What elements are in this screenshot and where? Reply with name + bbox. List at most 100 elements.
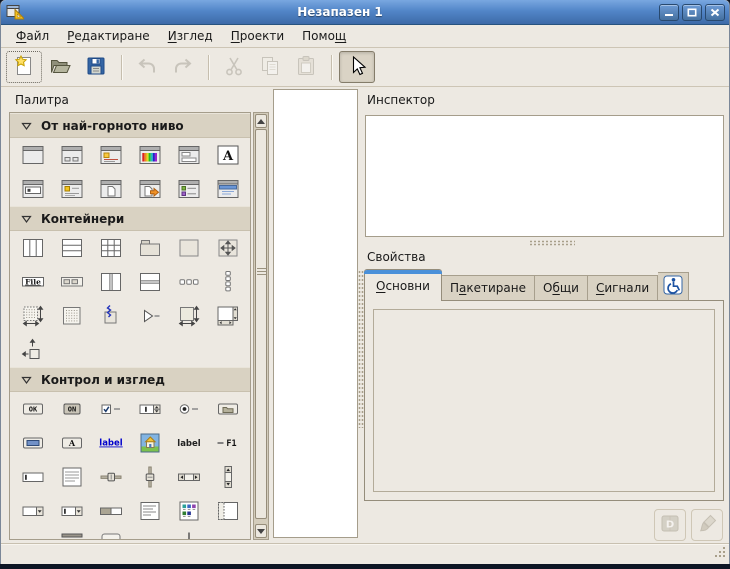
palette-item-message-dialog[interactable] xyxy=(91,140,130,170)
scroll-up-arrow[interactable] xyxy=(255,114,267,128)
open-button[interactable] xyxy=(42,51,78,83)
palette-item-file-chooser-dialog[interactable] xyxy=(91,174,130,204)
paste-button[interactable] xyxy=(288,51,324,83)
cut-button[interactable] xyxy=(216,51,252,83)
palette-item-accel-label[interactable]: F1 xyxy=(208,428,247,458)
devhelp-button[interactable]: D xyxy=(654,509,686,541)
menu-help[interactable]: Помощ xyxy=(293,26,355,46)
new-button[interactable] xyxy=(6,51,42,83)
horizontal-pane-resize-handle[interactable] xyxy=(529,240,575,246)
palette-item-file-chooser-save-dialog[interactable] xyxy=(130,174,169,204)
tab-accessibility[interactable] xyxy=(658,272,689,301)
edit-widget-button[interactable] xyxy=(691,509,723,541)
brush-icon xyxy=(695,512,719,539)
palette-item-about-dialog[interactable] xyxy=(52,174,91,204)
palette-item-label[interactable]: label xyxy=(169,428,208,458)
palette-section-header-0[interactable]: От най-горното ниво xyxy=(10,113,250,138)
palette-empty-cell xyxy=(169,335,208,365)
palette-item-recent-chooser-dialog[interactable] xyxy=(169,174,208,204)
copy-button[interactable] xyxy=(252,51,288,83)
palette-item-spin-button[interactable] xyxy=(130,394,169,424)
palette-item-frame[interactable] xyxy=(169,233,208,263)
palette-item-separator-item[interactable] xyxy=(169,530,208,540)
scroll-down-arrow[interactable] xyxy=(255,524,267,538)
palette-item-tree-view[interactable] xyxy=(208,496,247,526)
palette-section-header-1[interactable]: Контейнери xyxy=(10,206,250,231)
palette-item-expander[interactable] xyxy=(130,301,169,331)
undo-button[interactable] xyxy=(129,51,165,83)
palette-item-hbutton-box[interactable] xyxy=(169,267,208,297)
scrollbar-thumb[interactable] xyxy=(255,129,267,519)
palette-item-assistant[interactable] xyxy=(208,174,247,204)
palette-item-hbox[interactable] xyxy=(13,233,52,263)
palette-item-image[interactable] xyxy=(130,428,169,458)
redo-button[interactable] xyxy=(165,51,201,83)
palette-item-toolbar[interactable] xyxy=(52,267,91,297)
palette-item-link-button[interactable]: label xyxy=(91,428,130,458)
palette-item-hscrollbar[interactable] xyxy=(169,462,208,492)
menu-edit[interactable]: Редактиране xyxy=(58,26,159,46)
palette-item-vpaned[interactable] xyxy=(130,267,169,297)
palette-item-font-button[interactable]: A xyxy=(52,428,91,458)
palette-item-statusbar[interactable] xyxy=(52,530,91,540)
workspace-area[interactable] xyxy=(273,89,358,538)
palette-item-vscale[interactable] xyxy=(130,462,169,492)
palette-item-vbutton-box[interactable] xyxy=(208,267,247,297)
palette-section-header-2[interactable]: Контрол и изглед xyxy=(10,367,250,392)
palette-item-entry[interactable] xyxy=(13,462,52,492)
menu-view[interactable]: Изглед xyxy=(159,26,222,46)
palette-item-input-dialog[interactable] xyxy=(13,174,52,204)
palette-item-combo-box[interactable] xyxy=(13,496,52,526)
palette-item-scrolled-window-policy[interactable] xyxy=(13,301,52,331)
palette-item-radio-button[interactable] xyxy=(169,394,208,424)
palette-item-button[interactable]: OK xyxy=(13,394,52,424)
palette-item-vscrollbar[interactable] xyxy=(208,462,247,492)
palette-item-hpaned[interactable] xyxy=(91,267,130,297)
palette-item-list-view[interactable] xyxy=(130,496,169,526)
palette-item-file-selection-dialog[interactable] xyxy=(169,140,208,170)
save-button[interactable] xyxy=(78,51,114,83)
titlebar[interactable]: Незапазен 1 xyxy=(1,0,729,25)
inspector-view[interactable] xyxy=(365,115,724,237)
palette-item-dialog[interactable] xyxy=(52,140,91,170)
palette-item-text-view[interactable] xyxy=(52,462,91,492)
palette-item-size-box[interactable] xyxy=(169,301,208,331)
palette-item-combo-box-entry[interactable] xyxy=(52,496,91,526)
palette-item-table[interactable] xyxy=(91,233,130,263)
resize-grip[interactable] xyxy=(713,546,727,562)
palette-item-alignment[interactable] xyxy=(13,335,52,365)
palette-item-color-button[interactable] xyxy=(13,428,52,458)
palette-item-fixed[interactable] xyxy=(208,233,247,263)
palette-item-progress-bar[interactable] xyxy=(91,496,130,526)
svg-text:File: File xyxy=(25,277,41,286)
palette-item-notebook[interactable] xyxy=(130,233,169,263)
devhelp-icon: D xyxy=(658,512,682,539)
palette-scrollbar[interactable] xyxy=(253,112,269,540)
palette-item-scrolled-window[interactable] xyxy=(208,301,247,331)
scrollbar-grip-icon xyxy=(257,268,266,276)
minimize-button[interactable] xyxy=(659,4,679,21)
palette-item-hscale[interactable] xyxy=(91,462,130,492)
close-button[interactable] xyxy=(705,4,725,21)
selector-button[interactable] xyxy=(339,51,375,83)
tab-packing[interactable]: Пакетиране xyxy=(442,275,535,301)
palette-item-menu-item[interactable] xyxy=(91,530,130,540)
maximize-button[interactable] xyxy=(682,4,702,21)
tab-general[interactable]: Основни xyxy=(364,269,442,301)
menu-file[interactable]: Файл xyxy=(7,26,58,46)
palette-item-viewport[interactable] xyxy=(52,301,91,331)
palette-item-toggle-button[interactable]: ON xyxy=(52,394,91,424)
palette-item-vbox[interactable] xyxy=(52,233,91,263)
palette-item-color-selection-dialog[interactable] xyxy=(130,140,169,170)
palette-item-icon-view[interactable] xyxy=(169,496,208,526)
tab-common[interactable]: Общи xyxy=(535,275,588,301)
menu-projects[interactable]: Проекти xyxy=(222,26,293,46)
palette-item-window[interactable] xyxy=(13,140,52,170)
palette-item-font-selection-dialog[interactable]: A xyxy=(208,140,247,170)
palette-item-file-chooser-button[interactable] xyxy=(208,394,247,424)
palette-item-menu-bar[interactable]: File xyxy=(13,267,52,297)
tab-signals[interactable]: Сигнали xyxy=(588,275,658,301)
palette-item-handle-box[interactable] xyxy=(91,301,130,331)
palette-item-check-button[interactable] xyxy=(91,394,130,424)
palette: От най-горното нивоAКонтейнериFileКонтро… xyxy=(9,112,251,540)
